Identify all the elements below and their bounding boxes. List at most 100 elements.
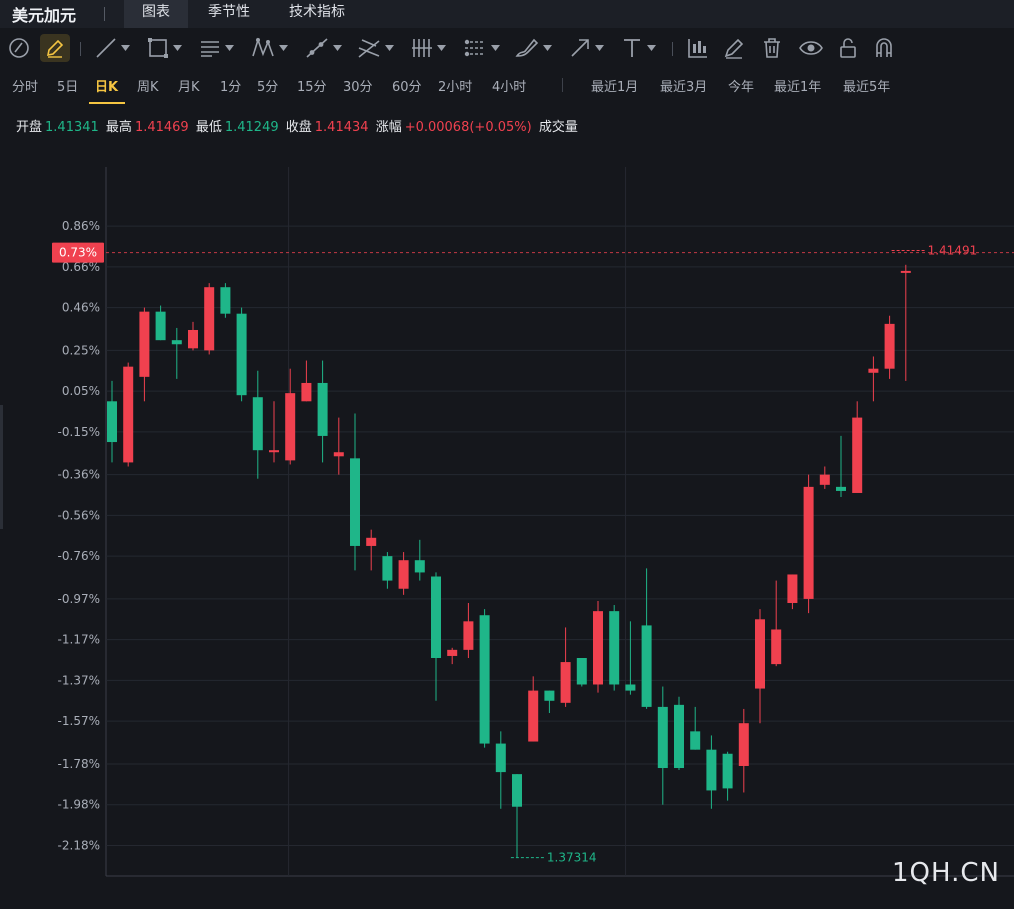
candle-body bbox=[528, 690, 539, 742]
high-value: 1.41469 bbox=[134, 120, 189, 135]
candle-body bbox=[398, 560, 409, 589]
candle-body bbox=[690, 731, 701, 750]
candle-body bbox=[884, 323, 895, 369]
candle-body bbox=[819, 474, 830, 485]
volume-label: 成交量 bbox=[538, 120, 578, 135]
candle-body bbox=[560, 662, 571, 703]
candle-body bbox=[771, 629, 782, 665]
candle-body bbox=[171, 340, 182, 345]
pencil-icon[interactable] bbox=[40, 34, 70, 62]
candle-body bbox=[836, 486, 846, 491]
period-4hour[interactable]: 4小时 bbox=[492, 76, 526, 95]
candle-body bbox=[333, 452, 344, 457]
candle-body bbox=[479, 615, 490, 744]
period-60min[interactable]: 60分 bbox=[392, 76, 422, 95]
candle-body bbox=[382, 556, 393, 581]
y-tick-label: -1.37% bbox=[58, 673, 100, 687]
tab-chart[interactable]: 图表 bbox=[124, 0, 188, 28]
left-panel-handle[interactable] bbox=[0, 405, 3, 529]
period-weekly[interactable]: 周K bbox=[137, 76, 159, 95]
candle-body bbox=[609, 611, 620, 685]
active-period-underline bbox=[89, 102, 125, 104]
candlestick-chart[interactable]: 0.86%0.66%0.46%0.25%0.05%-0.15%-0.36%-0.… bbox=[0, 150, 1014, 880]
candle-body bbox=[204, 287, 215, 351]
channel-icon[interactable] bbox=[462, 34, 500, 62]
rectangle-icon[interactable] bbox=[146, 34, 182, 62]
candle-body bbox=[593, 611, 603, 685]
range-5year[interactable]: 最近5年 bbox=[843, 76, 890, 95]
candle-body bbox=[512, 774, 522, 807]
period-5day[interactable]: 5日 bbox=[57, 76, 78, 95]
candle-body bbox=[317, 382, 328, 436]
candle-body bbox=[495, 743, 506, 773]
period-daily[interactable]: 日K bbox=[95, 76, 118, 95]
candle-body bbox=[463, 621, 474, 650]
candle-body bbox=[107, 401, 117, 443]
period-15min[interactable]: 15分 bbox=[297, 76, 327, 95]
quote-bar: 开盘 1.41341 最高 1.41469 最低 1.41249 收盘 1.41434 … bbox=[16, 116, 581, 135]
ray-icon[interactable] bbox=[304, 34, 342, 62]
y-tick-label: -0.36% bbox=[58, 468, 100, 482]
y-tick-label: 0.25% bbox=[62, 343, 100, 357]
tab-indicators[interactable]: 技术指标 bbox=[276, 0, 358, 28]
fib-icon[interactable] bbox=[356, 34, 394, 62]
brush-icon[interactable] bbox=[514, 34, 552, 62]
app-title: 美元加元 bbox=[12, 6, 77, 25]
range-1year[interactable]: 最近1年 bbox=[774, 76, 821, 95]
lock-icon[interactable] bbox=[836, 34, 860, 62]
candle-body bbox=[803, 486, 814, 599]
candle-body bbox=[366, 537, 377, 546]
candle-body bbox=[755, 619, 765, 689]
y-tick-label: -1.78% bbox=[58, 757, 100, 771]
toolbar-divider bbox=[80, 42, 81, 56]
arrow-icon[interactable] bbox=[568, 34, 604, 62]
pattern-icon[interactable] bbox=[250, 34, 288, 62]
range-ytd[interactable]: 今年 bbox=[728, 76, 754, 95]
horizontal-lines-icon[interactable] bbox=[198, 34, 234, 62]
indicator-icon[interactable] bbox=[686, 34, 710, 62]
candle-body bbox=[722, 753, 733, 789]
candle-body bbox=[285, 393, 296, 461]
change-value: +0.00068(+0.05%) bbox=[404, 120, 532, 135]
y-tick-label: -1.57% bbox=[58, 714, 100, 728]
eye-icon[interactable] bbox=[798, 34, 824, 62]
magnet-icon[interactable] bbox=[872, 34, 896, 62]
candle-body bbox=[269, 450, 279, 453]
range-1month[interactable]: 最近1月 bbox=[591, 76, 638, 95]
close-label: 收盘 bbox=[285, 120, 312, 135]
period-30min[interactable]: 30分 bbox=[343, 76, 373, 95]
tab-bar: 美元加元 图表 季节性 技术指标 bbox=[0, 0, 1014, 28]
y-tick-label: 0.46% bbox=[62, 301, 100, 315]
candle-body bbox=[868, 368, 879, 373]
candle-body bbox=[220, 287, 231, 314]
period-bar: 分时 5日 日K 周K 月K 1分 5分 15分 30分 60分 2小时 4小时… bbox=[0, 68, 1014, 104]
period-monthly[interactable]: 月K bbox=[178, 76, 200, 95]
extreme-marker-label: 1.41491 bbox=[928, 244, 978, 258]
period-intraday[interactable]: 分时 bbox=[12, 76, 38, 95]
range-3month[interactable]: 最近3月 bbox=[660, 76, 707, 95]
candle-body bbox=[674, 704, 684, 769]
candle-body bbox=[188, 329, 198, 349]
tab-seasonality[interactable]: 季节性 bbox=[196, 0, 262, 28]
y-tick-label: 0.86% bbox=[62, 219, 100, 233]
period-1min[interactable]: 1分 bbox=[220, 76, 241, 95]
text-icon[interactable] bbox=[620, 34, 656, 62]
vertical-lines-icon[interactable] bbox=[410, 34, 446, 62]
candle-body bbox=[738, 723, 749, 766]
y-tick-label: -0.56% bbox=[58, 508, 100, 522]
extreme-marker-label: 1.37314 bbox=[547, 851, 597, 865]
period-2hour[interactable]: 2小时 bbox=[438, 76, 472, 95]
candle-body bbox=[657, 706, 668, 769]
trash-icon[interactable] bbox=[760, 34, 784, 62]
change-label: 涨幅 bbox=[375, 120, 402, 135]
edit-icon[interactable] bbox=[722, 34, 746, 62]
candle-body bbox=[787, 574, 798, 603]
trendline-icon[interactable] bbox=[94, 34, 130, 62]
cursor-icon[interactable] bbox=[6, 34, 32, 62]
candle-body bbox=[350, 458, 360, 546]
plot-area bbox=[106, 167, 1014, 876]
open-label: 开盘 bbox=[16, 120, 43, 135]
title-divider bbox=[104, 7, 105, 21]
period-5min[interactable]: 5分 bbox=[257, 76, 278, 95]
candle-body bbox=[625, 684, 636, 691]
